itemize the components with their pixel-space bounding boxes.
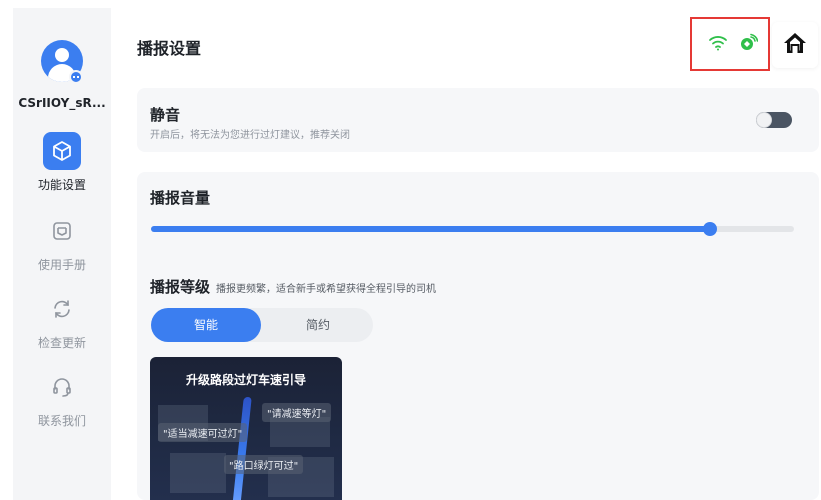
mute-title: 静音 (150, 106, 181, 124)
refresh-icon (43, 290, 81, 328)
mute-description: 开启后，将无法为您进行过灯建议，推荐关闭 (150, 130, 350, 141)
headset-icon (43, 368, 81, 406)
sidebar-item-manual[interactable]: 使用手册 (13, 212, 111, 273)
username: CSrIIOY_sR... (18, 96, 106, 110)
level-row: 播报等级 播报更频繁，适合新手或希望获得全程引导的司机 (150, 276, 436, 297)
preview-bubble: "路口绿灯可过" (224, 455, 304, 474)
sidebar-item-contact[interactable]: 联系我们 (13, 368, 111, 429)
volume-slider-thumb[interactable] (703, 222, 718, 236)
toggle-knob (756, 112, 772, 128)
sidebar-item-label: 使用手册 (37, 258, 86, 272)
level-option-simple[interactable]: 简约 (263, 308, 373, 342)
preview-bubble: "请减速等灯" (262, 403, 332, 422)
avatar-badge-icon (69, 70, 83, 84)
sidebar-item-label: 检查更新 (37, 336, 86, 350)
sidebar-item-label: 功能设置 (37, 178, 86, 192)
volume-slider[interactable] (151, 222, 794, 236)
cube-icon (43, 132, 81, 170)
guidance-preview-image: 升级路段过灯车速引导 "请减速等灯" "适当减速可过灯" "路口绿灯可过" (150, 357, 342, 500)
level-segmented-control: 智能 简约 (151, 308, 373, 342)
level-option-smart[interactable]: 智能 (151, 308, 261, 342)
home-icon (783, 32, 807, 58)
level-title: 播报等级 (150, 278, 211, 296)
volume-slider-fill (151, 226, 711, 232)
page-title: 播报设置 (137, 39, 202, 58)
level-description: 播报更频繁，适合新手或希望获得全程引导的司机 (216, 284, 437, 295)
home-button[interactable] (772, 22, 818, 68)
route-line (232, 397, 252, 500)
mute-card: 静音 开启后，将无法为您进行过灯建议，推荐关闭 (137, 88, 819, 152)
volume-title: 播报音量 (150, 189, 211, 207)
sidebar-item-settings[interactable]: 功能设置 (13, 132, 111, 193)
preview-title: 升级路段过灯车速引导 (185, 373, 306, 387)
sidebar-item-update[interactable]: 检查更新 (13, 290, 111, 351)
sidebar-item-label: 联系我们 (37, 414, 86, 428)
sidebar: CSrIIOY_sR... 功能设置 使用手册 检查更新 联系我们 (13, 8, 111, 500)
preview-bubble: "适当减速可过灯" (158, 423, 248, 442)
mute-toggle[interactable] (756, 112, 792, 128)
status-highlight-box (690, 17, 770, 71)
manual-icon (43, 212, 81, 250)
